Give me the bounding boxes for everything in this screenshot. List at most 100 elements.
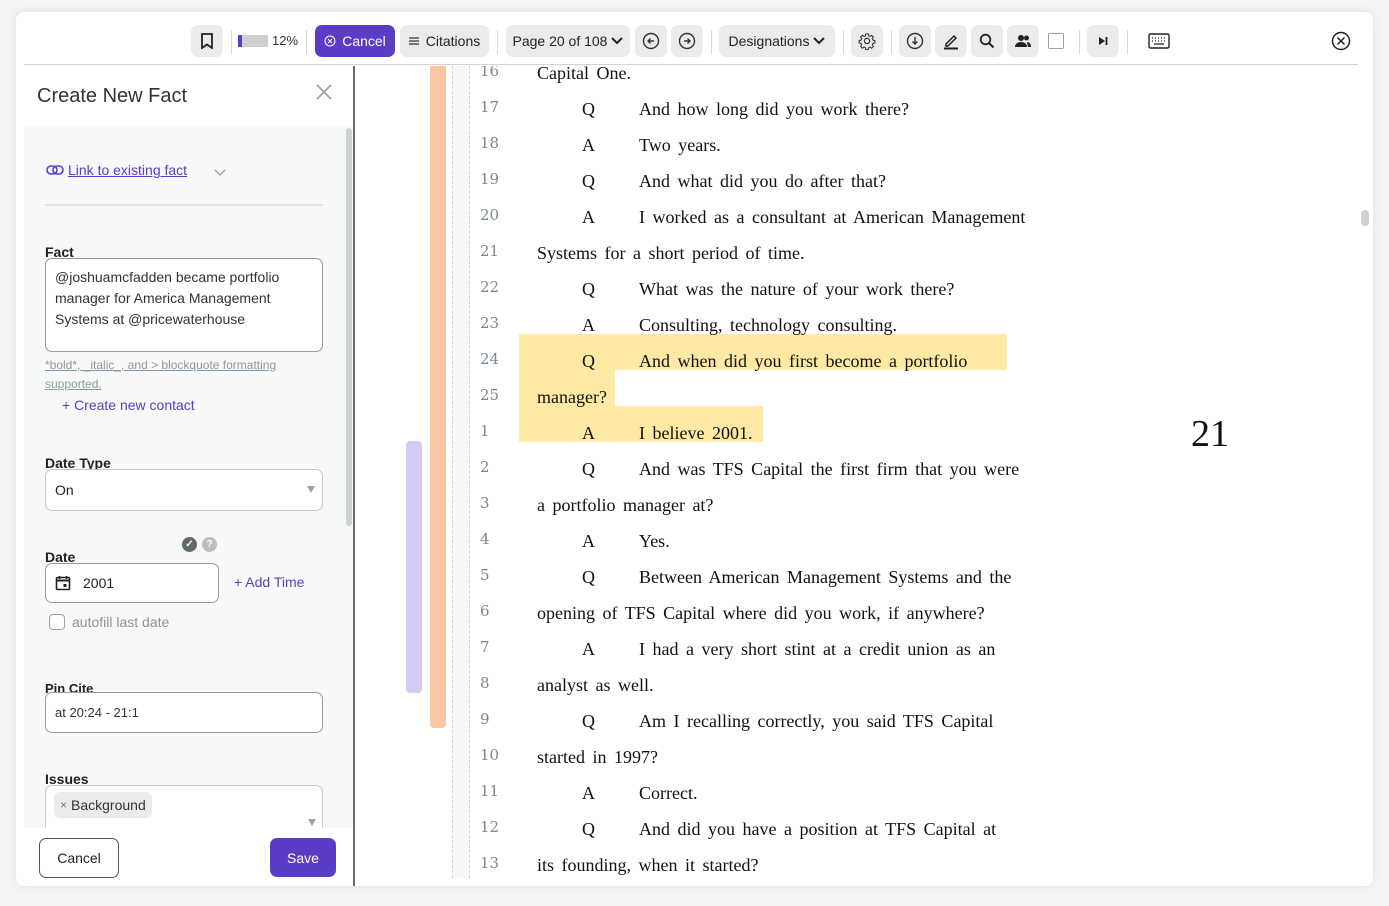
skip-to-end-button[interactable] — [1087, 25, 1119, 57]
line-text: Capital One. — [537, 66, 631, 83]
link-existing-label: Link to existing fact — [68, 162, 188, 178]
select-all-checkbox[interactable] — [1042, 27, 1070, 55]
checkbox-icon — [49, 614, 65, 630]
transcript-line[interactable]: 19 Q And what did you do after that? — [357, 164, 1117, 200]
transcript-line[interactable]: 11 A Correct. — [357, 776, 1117, 812]
panel-scrollbar[interactable] — [346, 128, 352, 526]
transcript-line[interactable]: 20 A I worked as a consultant at American … — [357, 200, 1117, 236]
line-text: I worked as a consultant at American Man… — [639, 207, 1026, 227]
line-number: 4 — [480, 530, 490, 548]
transcript-line[interactable]: 25 manager? — [357, 380, 1117, 416]
link-existing-fact-link[interactable]: Link to existing fact — [46, 162, 187, 178]
previous-page-button[interactable] — [635, 25, 667, 57]
transcript-line[interactable]: 7 A I had a very short stint at a credit u… — [357, 632, 1117, 668]
download-button[interactable] — [899, 25, 931, 57]
line-number: 11 — [480, 782, 500, 800]
line-text: analyst as well. — [537, 675, 654, 695]
panel-title: Create New Fact — [37, 85, 188, 107]
help-icon[interactable]: ? — [202, 537, 217, 552]
transcript-line[interactable]: 6 opening of TFS Capital where did you wo… — [357, 596, 1117, 632]
create-contact-link[interactable]: + Create new contact — [62, 397, 195, 413]
chevron-down-icon — [813, 37, 826, 45]
transcript-line[interactable]: 4 A Yes. — [357, 524, 1117, 560]
transcript-line[interactable]: 3 a portfolio manager at? — [357, 488, 1117, 524]
keyboard-shortcuts-button[interactable] — [1145, 27, 1173, 55]
date-input[interactable]: 2001 — [45, 563, 219, 603]
line-text: Consulting, technology consulting. — [639, 315, 897, 335]
pin-cite-input[interactable]: at 20:24 - 21:1 — [45, 692, 323, 733]
transcript-line[interactable]: 12 Q And did you have a position at TFS Ca… — [357, 812, 1117, 848]
close-viewer-button[interactable] — [1327, 27, 1355, 55]
skip-end-icon — [1099, 37, 1108, 45]
designations-dropdown[interactable]: Designations — [719, 25, 835, 57]
search-button[interactable] — [971, 25, 1003, 57]
transcript-line[interactable]: 24 Q And when did you first become a portf… — [357, 344, 1117, 380]
autofill-last-date-checkbox[interactable]: autofill last date — [49, 614, 169, 630]
line-text: And was TFS Capital the first firm that … — [639, 459, 1020, 479]
speaker-label: A — [582, 783, 595, 803]
toolbar: 12% Cancel Citations Page 20 of 108 Desi… — [24, 12, 1358, 65]
line-text: its founding, when it started? — [537, 855, 759, 875]
people-button[interactable] — [1007, 25, 1039, 57]
line-text: And what did you do after that? — [639, 171, 886, 191]
page-select[interactable]: Page 20 of 108 — [506, 25, 630, 57]
remove-issue-icon[interactable]: × — [60, 798, 67, 812]
transcript-line[interactable]: 21 Systems for a short period of time. — [357, 236, 1117, 272]
speaker-label: Q — [582, 171, 595, 191]
cancel-button[interactable]: Cancel — [315, 25, 395, 57]
cancel-circle-icon — [324, 35, 336, 47]
line-text: a portfolio manager at? — [537, 495, 714, 515]
page-number: 21 — [1191, 413, 1229, 455]
transcript-line[interactable]: 10 started in 1997? — [357, 740, 1117, 776]
speaker-label: Q — [582, 459, 595, 479]
line-text: And did you have a position at TFS Capit… — [639, 819, 997, 839]
citations-button[interactable]: Citations — [400, 25, 489, 57]
transcript-line[interactable]: 9 Q Am I recalling correctly, you said TFS… — [357, 704, 1117, 740]
line-text: opening of TFS Capital where did you wor… — [537, 603, 985, 623]
save-fact-button[interactable]: Save — [270, 838, 336, 877]
close-panel-button[interactable] — [316, 84, 338, 106]
transcript-line[interactable]: 23 A Consulting, technology consulting. — [357, 308, 1117, 344]
formatting-hint[interactable]: *bold*, _italic_, and > blockquote forma… — [45, 356, 315, 394]
link-existing-toggle[interactable] — [214, 164, 226, 182]
transcript-line[interactable]: 5 Q Between American Management Systems an… — [357, 560, 1117, 596]
line-number: 18 — [480, 134, 500, 152]
annotate-button[interactable] — [935, 25, 967, 57]
bookmark-button[interactable] — [191, 25, 223, 57]
issue-chip: × Background — [54, 792, 152, 818]
fact-textarea[interactable]: @joshuamcfadden became portfolio manager… — [45, 258, 323, 352]
calendar-icon — [55, 576, 71, 591]
transcript-line[interactable]: 18 A Two years. — [357, 128, 1117, 164]
transcript-line[interactable]: 22 Q What was the nature of your work ther… — [357, 272, 1117, 308]
gear-icon — [858, 33, 876, 50]
pen-icon — [944, 34, 958, 50]
next-page-button[interactable] — [671, 25, 703, 57]
check-circle-icon: ✓ — [182, 537, 197, 552]
search-icon — [979, 33, 995, 49]
citations-label: Citations — [425, 33, 481, 49]
transcript-line[interactable]: 8 analyst as well. — [357, 668, 1117, 704]
add-time-button[interactable]: + Add Time — [234, 574, 304, 590]
transcript-line[interactable]: 16 Capital One. — [357, 66, 1117, 92]
line-number: 17 — [480, 98, 500, 116]
line-number: 21 — [480, 242, 500, 260]
date-type-select[interactable]: On — [45, 469, 323, 511]
transcript-line[interactable]: 2 Q And was TFS Capital the first firm tha… — [357, 452, 1117, 488]
settings-button[interactable] — [851, 25, 883, 57]
line-number: 23 — [480, 314, 500, 332]
speaker-label: A — [582, 531, 595, 551]
list-icon — [408, 37, 419, 45]
line-text: I believe 2001. — [639, 423, 753, 443]
line-text: Yes. — [639, 531, 670, 551]
transcript-line[interactable]: 13 its founding, when it started? — [357, 848, 1117, 884]
autofill-label: autofill last date — [72, 614, 170, 630]
speaker-label: A — [582, 639, 595, 659]
bookmark-icon — [201, 33, 213, 49]
divider — [231, 30, 232, 54]
transcript-line[interactable]: 1 A I believe 2001. — [357, 416, 1117, 452]
cancel-fact-button[interactable]: Cancel — [39, 838, 119, 878]
line-number: 9 — [480, 710, 490, 728]
line-text: Systems for a short period of time. — [537, 243, 805, 263]
document-scrollbar[interactable] — [1361, 210, 1369, 226]
transcript-line[interactable]: 17 Q And how long did you work there? — [357, 92, 1117, 128]
